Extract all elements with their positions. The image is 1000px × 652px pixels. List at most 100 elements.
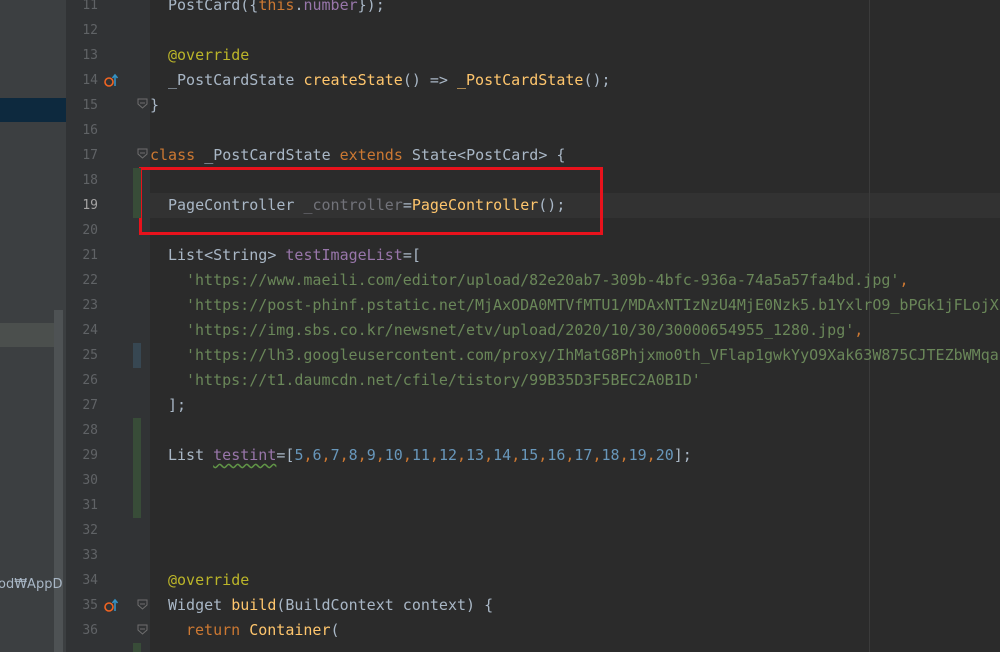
line-number: 24 (82, 323, 98, 338)
vcs-change-marker[interactable] (133, 168, 141, 218)
line-number: 31 (82, 498, 98, 513)
code-token: class (150, 146, 205, 164)
code-token: 18 (601, 446, 620, 464)
code-line[interactable]: 'https://t1.daumcdn.net/cfile/tistory/99… (186, 368, 701, 393)
code-token: , (646, 446, 656, 464)
code-token: , (429, 446, 439, 464)
code-token: Widget (168, 596, 232, 614)
code-token: _PostCardState (204, 146, 340, 164)
code-token: testint (213, 446, 277, 464)
code-token: PostCard({ (168, 0, 259, 14)
code-token: return (186, 621, 250, 639)
code-token: List<String> (168, 246, 286, 264)
code-line[interactable]: List testint=[5,6,7,8,9,10,11,12,13,14,1… (168, 443, 692, 468)
code-line[interactable]: ]; (168, 393, 186, 418)
code-token: , (854, 321, 864, 339)
line-number: 34 (82, 573, 98, 588)
line-number: 15 (82, 98, 98, 113)
highlight-annotation-box (139, 167, 603, 235)
project-path-fragment: od₩AppD (0, 577, 63, 592)
code-line[interactable]: List<String> testImageList=[ (168, 243, 421, 268)
code-token: 8 (348, 446, 358, 464)
code-token: ]; (673, 446, 692, 464)
line-number: 33 (82, 548, 98, 563)
code-token: 19 (628, 446, 647, 464)
code-line[interactable]: 'https://post-phinf.pstatic.net/MjAxODA0… (186, 293, 999, 318)
code-token: 7 (330, 446, 340, 464)
code-line[interactable]: @override (168, 568, 249, 593)
code-token: _PostCardState (168, 71, 304, 89)
right-margin-guide (869, 0, 870, 652)
line-number: 35 (82, 598, 98, 613)
code-token: _PostCardState (457, 71, 584, 89)
line-number: 20 (82, 223, 98, 238)
vcs-change-marker[interactable] (133, 418, 141, 518)
code-editor[interactable]: PostCard({this.number}); @override _PostCa… (150, 0, 1000, 652)
code-line[interactable]: } (150, 93, 159, 118)
code-line[interactable]: class _PostCardState extends State<PostC… (150, 143, 565, 168)
code-token: , (457, 446, 467, 464)
code-token: 'https://img.sbs.co.kr/newsnet/etv/uploa… (186, 321, 855, 339)
code-token: @override (168, 571, 250, 589)
fold-icon[interactable] (137, 148, 148, 159)
line-number: 12 (82, 23, 98, 38)
code-token: } (150, 96, 160, 114)
project-tree-hover-item[interactable] (0, 323, 54, 347)
project-panel: od₩AppD (0, 0, 66, 652)
fold-icon[interactable] (137, 98, 148, 109)
code-token: 'https://lh3.googleusercontent.com/proxy… (186, 346, 1000, 364)
line-number: 14 (82, 73, 98, 88)
vcs-change-marker[interactable] (133, 643, 141, 652)
code-token: extends (339, 146, 412, 164)
line-number: 19 (82, 198, 98, 213)
code-token: 13 (466, 446, 485, 464)
project-panel-scrollbar[interactable] (54, 310, 63, 652)
fold-icon[interactable] (137, 599, 148, 610)
code-line[interactable]: 'https://lh3.googleusercontent.com/proxy… (186, 343, 1000, 368)
code-token: 12 (438, 446, 457, 464)
override-up-arrow-icon[interactable] (103, 72, 119, 88)
code-token: @override (168, 46, 250, 64)
code-token: , (339, 446, 349, 464)
code-token: , (511, 446, 521, 464)
code-token: , (538, 446, 548, 464)
code-token: , (402, 446, 412, 464)
line-number: 22 (82, 273, 98, 288)
code-token: createState (303, 71, 403, 89)
code-token: 14 (493, 446, 512, 464)
code-token: 'https://t1.daumcdn.net/cfile/tistory/99… (186, 371, 701, 389)
line-number: 36 (82, 623, 98, 638)
code-token: build (231, 596, 277, 614)
line-number: 32 (82, 523, 98, 538)
line-number: 16 (82, 123, 98, 138)
code-line[interactable]: Widget build(BuildContext context) { (168, 593, 493, 618)
code-token: (BuildContext context) { (276, 596, 494, 614)
code-token: 15 (520, 446, 539, 464)
code-token: 9 (366, 446, 376, 464)
code-line[interactable]: 'https://www.maeili.com/editor/upload/82… (186, 268, 908, 293)
code-token: number (303, 0, 358, 14)
code-token: =[ (402, 246, 421, 264)
project-tree-selected-item[interactable] (0, 98, 66, 122)
code-token: ]; (168, 396, 187, 414)
code-token: , (321, 446, 331, 464)
override-up-arrow-icon[interactable] (103, 597, 119, 613)
code-token: Container (249, 621, 331, 639)
code-token: 6 (312, 446, 322, 464)
line-number: 23 (82, 298, 98, 313)
code-line[interactable]: @override (168, 43, 249, 68)
code-line[interactable]: PostCard({this.number}); (168, 0, 385, 18)
vcs-change-marker[interactable] (133, 343, 141, 368)
code-token: , (899, 271, 909, 289)
code-line[interactable]: _PostCardState createState() => _PostCar… (168, 68, 611, 93)
fold-icon[interactable] (137, 624, 148, 635)
line-number: 27 (82, 398, 98, 413)
code-token: 'https://post-phinf.pstatic.net/MjAxODA0… (186, 296, 999, 314)
code-line[interactable]: return Container( (186, 618, 340, 643)
code-token: , (375, 446, 385, 464)
code-token: , (357, 446, 367, 464)
code-token: , (592, 446, 602, 464)
code-token: 'https://www.maeili.com/editor/upload/82… (186, 271, 900, 289)
code-line[interactable]: 'https://img.sbs.co.kr/newsnet/etv/uploa… (186, 318, 863, 343)
code-token: () => (402, 71, 457, 89)
